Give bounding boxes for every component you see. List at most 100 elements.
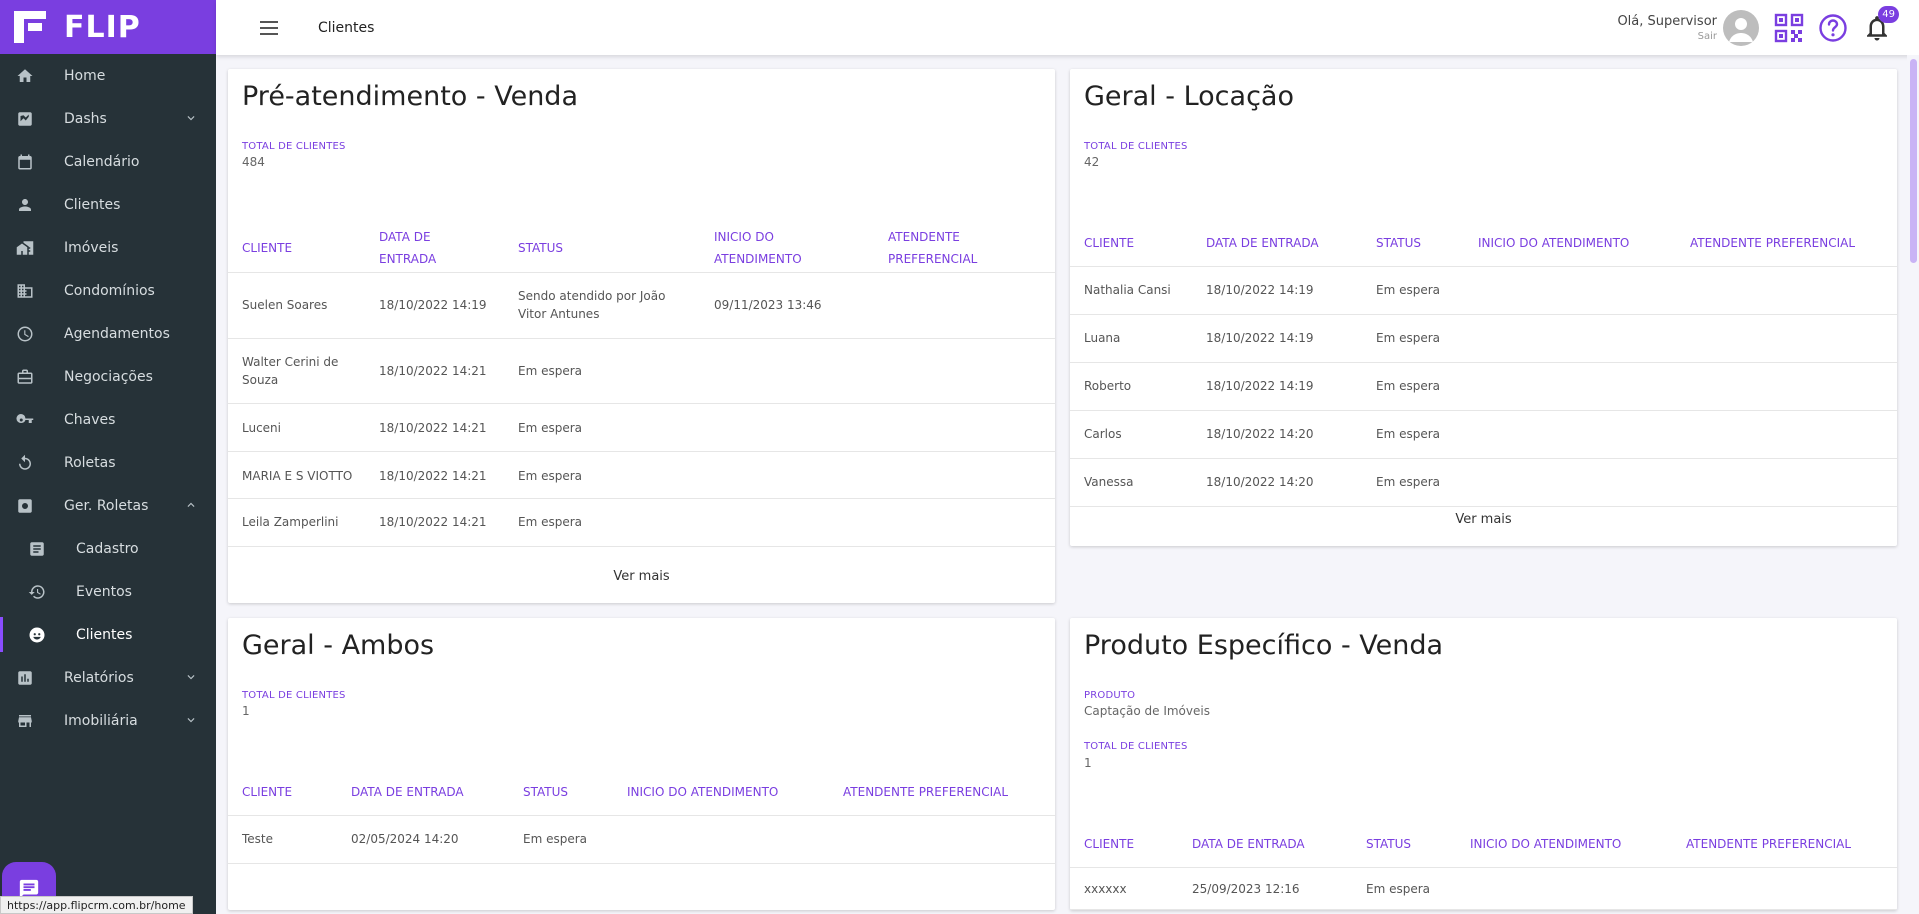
table-row[interactable]: Suelen Soares 18/10/2022 14:19 Sendo ate… [228, 273, 1055, 339]
briefcase-icon [16, 368, 34, 386]
notification-badge: 49 [1878, 5, 1899, 23]
product-label: PRODUTO [1084, 690, 1136, 701]
report-icon [16, 669, 34, 687]
column-header[interactable]: CLIENTE [1084, 833, 1134, 855]
sidebar-item-eventos[interactable]: Eventos [0, 570, 216, 613]
house-icon [16, 239, 34, 257]
sidebar-item-label: Eventos [76, 583, 132, 600]
cell-inicio-atendimento: 09/11/2023 13:46 [714, 298, 822, 312]
column-header[interactable]: DATA DE ENTRADA [1206, 232, 1319, 254]
card-geral-ambos: Geral - Ambos TOTAL DE CLIENTES 1 CLIENT… [228, 618, 1055, 910]
cell-data-entrada: 02/05/2024 14:20 [351, 832, 459, 846]
table-row[interactable]: Leila Zamperlini 18/10/2022 14:21 Em esp… [228, 499, 1055, 547]
sidebar-item-roletas[interactable]: Roletas [0, 441, 216, 484]
table-header: CLIENTE DATA DE ENTRADA STATUS INICIO DO… [1070, 223, 1897, 267]
cell-status: Em espera [1376, 331, 1441, 345]
topbar: Clientes Olá, Supervisor Sair 49 [216, 0, 1919, 55]
table-header: CLIENTE DATA DE ENTRADA STATUS INICIO DO… [228, 772, 1055, 816]
table-row[interactable]: Nathalia Cansi 18/10/2022 14:19 Em esper… [1070, 267, 1897, 315]
table-header: CLIENTE DATA DE ENTRADA STATUS INICIO DO… [228, 223, 1055, 273]
column-header[interactable]: CLIENTE [242, 781, 292, 803]
sidebar-item-cadastro[interactable]: Cadastro [0, 527, 216, 570]
bell-icon[interactable]: 49 [1861, 5, 1899, 44]
column-header[interactable]: DATA DE ENTRADA [351, 781, 464, 803]
sidebar-item-imoveis[interactable]: Imóveis [0, 226, 216, 269]
table-row[interactable]: Luana 18/10/2022 14:19 Em espera [1070, 315, 1897, 363]
user-area: Olá, Supervisor Sair 49 [1617, 0, 1919, 55]
menu-icon[interactable] [260, 20, 280, 35]
sidebar-item-label: Ger. Roletas [64, 497, 149, 514]
cell-cliente: Suelen Soares [242, 298, 328, 312]
form-icon [28, 540, 46, 558]
sidebar-item-label: Dashs [64, 110, 107, 127]
sidebar: FLIP Home Dashs Calendário Clientes Imóv… [0, 0, 216, 914]
column-header[interactable]: CLIENTE [1084, 232, 1134, 254]
cell-data-entrada: 18/10/2022 14:19 [1206, 379, 1314, 393]
column-header[interactable]: ATENDENTE PREFERENCIAL [888, 226, 988, 270]
brand-bar[interactable]: FLIP [0, 0, 216, 54]
column-header[interactable]: STATUS [1376, 232, 1421, 254]
total-value: 1 [1084, 756, 1092, 770]
qr-code-icon[interactable] [1773, 12, 1805, 44]
main-content: Pré-atendimento - Venda TOTAL DE CLIENTE… [216, 55, 1919, 914]
cell-data-entrada: 18/10/2022 14:19 [1206, 283, 1314, 297]
column-header[interactable]: STATUS [1366, 833, 1411, 855]
column-header[interactable]: ATENDENTE PREFERENCIAL [1686, 833, 1851, 855]
see-more-button[interactable]: Ver mais [228, 569, 1055, 584]
column-header[interactable]: INICIO DO ATENDIMENTO [714, 226, 814, 270]
cell-status: Em espera [1376, 475, 1441, 489]
column-header[interactable]: ATENDENTE PREFERENCIAL [843, 781, 1008, 803]
total-label: TOTAL DE CLIENTES [1084, 141, 1188, 152]
sidebar-item-imobiliaria[interactable]: Imobiliária [0, 699, 216, 742]
table-row[interactable]: Carlos 18/10/2022 14:20 Em espera [1070, 411, 1897, 459]
table-row[interactable]: Walter Cerini de Souza 18/10/2022 14:21 … [228, 339, 1055, 404]
sidebar-item-negociacoes[interactable]: Negociações [0, 355, 216, 398]
sidebar-item-dashs[interactable]: Dashs [0, 97, 216, 140]
table-row[interactable]: MARIA E S VIOTTO 18/10/2022 14:21 Em esp… [228, 452, 1055, 499]
sidebar-item-chaves[interactable]: Chaves [0, 398, 216, 441]
page-scrollbar[interactable] [1907, 55, 1919, 914]
flip-logo-icon [10, 7, 50, 47]
sidebar-item-ger-roletas[interactable]: Ger. Roletas [0, 484, 216, 527]
avatar[interactable] [1723, 9, 1759, 46]
sidebar-item-clientes-roletas[interactable]: Clientes [0, 613, 216, 656]
cell-data-entrada: 18/10/2022 14:21 [379, 421, 487, 435]
gear-box-icon [16, 497, 34, 515]
help-icon[interactable] [1817, 12, 1849, 44]
table-row[interactable]: xxxxxx 25/09/2023 12:16 Em espera [1070, 868, 1897, 910]
building-icon [16, 282, 34, 300]
see-more-button[interactable]: Ver mais [1070, 512, 1897, 527]
column-header[interactable]: STATUS [518, 237, 563, 259]
cell-data-entrada: 18/10/2022 14:19 [1206, 331, 1314, 345]
sidebar-item-label: Chaves [64, 411, 116, 428]
table-row[interactable]: Roberto 18/10/2022 14:19 Em espera [1070, 363, 1897, 411]
total-value: 42 [1084, 155, 1100, 169]
column-header[interactable]: ATENDENTE PREFERENCIAL [1690, 232, 1855, 254]
sidebar-item-home[interactable]: Home [0, 54, 216, 97]
column-header[interactable]: CLIENTE [242, 237, 292, 259]
sidebar-item-label: Agendamentos [64, 325, 170, 342]
column-header[interactable]: INICIO DO ATENDIMENTO [627, 781, 778, 803]
sidebar-item-relatorios[interactable]: Relatórios [0, 656, 216, 699]
scrollbar-thumb[interactable] [1910, 59, 1917, 263]
column-header[interactable]: DATA DE ENTRADA [1192, 833, 1305, 855]
chevron-up-icon [184, 498, 198, 516]
sidebar-item-label: Cadastro [76, 540, 139, 557]
cell-status: Em espera [518, 469, 583, 483]
sidebar-item-label: Relatórios [64, 669, 134, 686]
sidebar-item-calendario[interactable]: Calendário [0, 140, 216, 183]
sidebar-item-agendamentos[interactable]: Agendamentos [0, 312, 216, 355]
table-row[interactable]: Luceni 18/10/2022 14:21 Em espera [228, 404, 1055, 452]
column-header[interactable]: INICIO DO ATENDIMENTO [1478, 232, 1629, 254]
cell-data-entrada: 18/10/2022 14:21 [379, 364, 487, 378]
sidebar-item-label: Calendário [64, 153, 140, 170]
table-row[interactable]: Teste 02/05/2024 14:20 Em espera [228, 816, 1055, 864]
column-header[interactable]: STATUS [523, 781, 568, 803]
sidebar-item-clientes[interactable]: Clientes [0, 183, 216, 226]
column-header[interactable]: DATA DE ENTRADA [379, 226, 459, 270]
table-row[interactable]: Vanessa 18/10/2022 14:20 Em espera [1070, 459, 1897, 507]
logout-link[interactable]: Sair [1617, 31, 1717, 42]
column-header[interactable]: INICIO DO ATENDIMENTO [1470, 833, 1621, 855]
sidebar-item-condominios[interactable]: Condomínios [0, 269, 216, 312]
card-geral-locacao: Geral - Locação TOTAL DE CLIENTES 42 CLI… [1070, 69, 1897, 546]
